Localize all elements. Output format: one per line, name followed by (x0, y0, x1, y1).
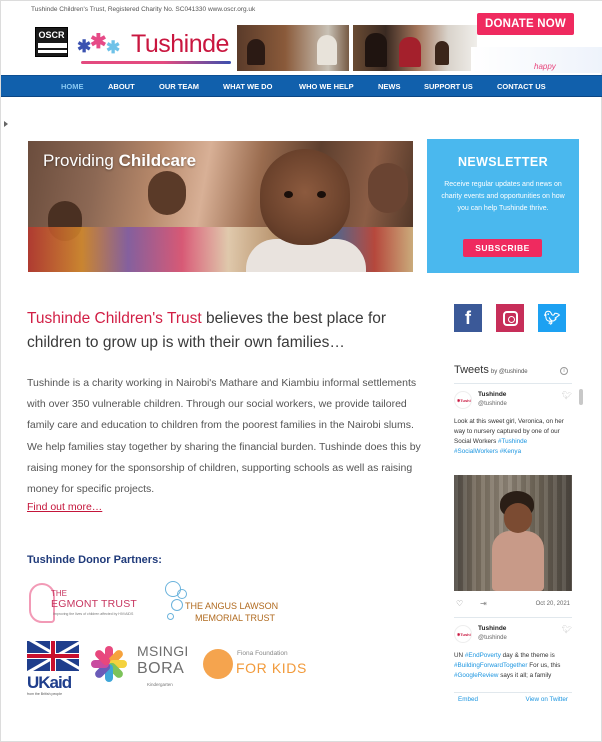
info-icon[interactable]: i (560, 367, 568, 375)
tweet-hashtag[interactable]: #EndPoverty (465, 652, 501, 659)
angus-line2: MEMORIAL TRUST (195, 613, 276, 623)
tweet-photo[interactable] (454, 475, 572, 591)
tweet-text-part: says it all; a family (498, 672, 552, 679)
egmont-name: EGMONT TRUST (51, 598, 138, 610)
twitter-widget-scrollbar[interactable] (579, 389, 583, 405)
banner-caption-light: Providing (43, 151, 119, 170)
happy-text: happy (534, 62, 556, 71)
newsletter-title: NEWSLETTER (457, 155, 549, 169)
twitter-icon[interactable]: 🐦︎ (538, 304, 566, 332)
facebook-icon[interactable]: f (454, 304, 482, 332)
charity-registration-text: Tushinde Children's Trust, Registered Ch… (31, 6, 256, 13)
tweet-text-part: day & the theme is (500, 652, 555, 659)
site-header: Tushinde Children's Trust, Registered Ch… (1, 1, 602, 73)
twitter-bird-icon[interactable]: 🐦︎ (562, 625, 572, 634)
tushinde-logo[interactable]: ✱ ✱ ✱ Tushinde (77, 29, 229, 59)
intro-paragraph: Tushinde is a charity working in Nairobi… (27, 377, 421, 496)
msingi-line1: MSINGI (137, 643, 189, 659)
subscribe-button[interactable]: SUBSCRIBE (463, 239, 542, 257)
nav-who-we-help[interactable]: WHO WE HELP (299, 76, 354, 97)
like-icon[interactable]: ♡ (456, 599, 463, 608)
twitter-timeline-widget: Tweetsby @tushinde i ✱Tushinde Tushinde … (450, 359, 576, 707)
twitter-bird-icon[interactable]: 🐦︎ (562, 391, 572, 400)
embed-link[interactable]: Embed (458, 696, 478, 703)
fiona-foundation-logo[interactable]: Fiona Foundation FOR KIDS (203, 647, 306, 683)
msingi-subtitle: Kindergarten (147, 682, 173, 687)
view-on-twitter-link[interactable]: View on Twitter (526, 696, 568, 703)
nav-contact-us[interactable]: CONTACT US (497, 76, 546, 97)
twitter-widget-footer: Embed View on Twitter (454, 692, 572, 704)
logo-text: Tushinde (131, 29, 229, 58)
header-photo-strip (237, 25, 477, 71)
stars-icon: ✱ ✱ ✱ (77, 31, 121, 57)
page: Tushinde Children's Trust, Registered Ch… (0, 0, 602, 742)
tweets-title: Tweets (454, 364, 489, 376)
egmont-the: THE (51, 589, 67, 598)
donate-now-button[interactable]: DONATE NOW (477, 13, 574, 35)
nav-about[interactable]: ABOUT (108, 76, 135, 97)
msingi-bora-logo[interactable]: MSINGI BORA Kindergarten (137, 643, 197, 695)
tweet-text-part: UN (454, 652, 465, 659)
headline-brand: Tushinde Children's Trust (27, 310, 202, 327)
main-nav: HOME ABOUT OUR TEAM WHAT WE DO WHO WE HE… (1, 75, 602, 97)
tweet-author-handle[interactable]: @tushinde (478, 635, 507, 641)
find-out-more-link[interactable]: Find out more… (27, 501, 102, 513)
donor-partners-title: Tushinde Donor Partners: (27, 554, 162, 566)
banner-caption-bold: Childcare (118, 151, 197, 170)
msingi-line2: BORA (137, 660, 185, 677)
flower-logo-icon[interactable] (89, 644, 129, 684)
collapse-arrow-icon[interactable] (4, 121, 8, 127)
tweet-hashtag[interactable]: #GoogleReview (454, 672, 498, 679)
tweet-avatar[interactable]: ✱Tushinde (454, 625, 472, 643)
ukaid-subtitle: from the British people (27, 692, 63, 696)
tweet-date[interactable]: Oct 20, 2021 (536, 601, 570, 607)
angus-lawson-trust-logo[interactable]: THE ANGUS LAWSON MEMORIAL TRUST (161, 579, 301, 631)
nav-home[interactable]: HOME (61, 76, 84, 97)
egmont-tagline: Improving the lives of children affected… (53, 612, 134, 616)
tweets-header: Tweets by @tushinde (454, 364, 528, 376)
tweet-text: UN #EndPoverty day & the theme is #Build… (454, 651, 574, 681)
ukaid-text: UKaid (27, 673, 72, 692)
instagram-icon[interactable] (496, 304, 524, 332)
tweet-author-name[interactable]: Tushinde (478, 391, 506, 398)
fiona-line1: Fiona Foundation (237, 650, 288, 657)
nav-news[interactable]: NEWS (378, 76, 401, 97)
tweet-avatar[interactable]: ✱Tushinde (454, 391, 472, 409)
egmont-trust-logo[interactable]: THE EGMONT TRUST Improving the lives of … (27, 581, 157, 627)
logo-underline (81, 61, 231, 64)
oscr-label: OSCR (38, 30, 65, 40)
oscr-logo[interactable]: OSCR (35, 27, 68, 57)
newsletter-description: Receive regular updates and news on char… (441, 181, 565, 213)
tweet-author-handle[interactable]: @tushinde (478, 401, 507, 407)
newsletter-box: NEWSLETTER Receive regular updates and n… (427, 139, 579, 273)
nav-support-us[interactable]: SUPPORT US (424, 76, 473, 97)
union-flag-icon (27, 641, 79, 671)
tweets-by[interactable]: by @tushinde (491, 369, 528, 375)
tweet-hashtag[interactable]: #BuildingForwardTogether (454, 662, 528, 669)
tweet-author-name[interactable]: Tushinde (478, 625, 506, 632)
nav-what-we-do[interactable]: WHAT WE DO (223, 76, 272, 97)
tweet-text: Look at this sweet girl, Veronica, on he… (454, 417, 572, 457)
angus-line1: THE ANGUS LAWSON (185, 601, 279, 611)
tweet-text-part: For us, this (527, 662, 561, 669)
share-icon[interactable]: ⇥ (480, 599, 487, 608)
nav-our-team[interactable]: OUR TEAM (159, 76, 199, 97)
banner-caption: Providing Childcare (43, 151, 196, 171)
main-headline: Tushinde Children's Trust believes the b… (27, 307, 422, 355)
ukaid-logo[interactable]: UKaid from the British people (27, 641, 79, 697)
fiona-line2: FOR KIDS (236, 660, 307, 676)
fiona-circle-icon (203, 649, 233, 679)
tweet-actions: ♡ ⇥ Oct 20, 2021 (454, 599, 572, 613)
